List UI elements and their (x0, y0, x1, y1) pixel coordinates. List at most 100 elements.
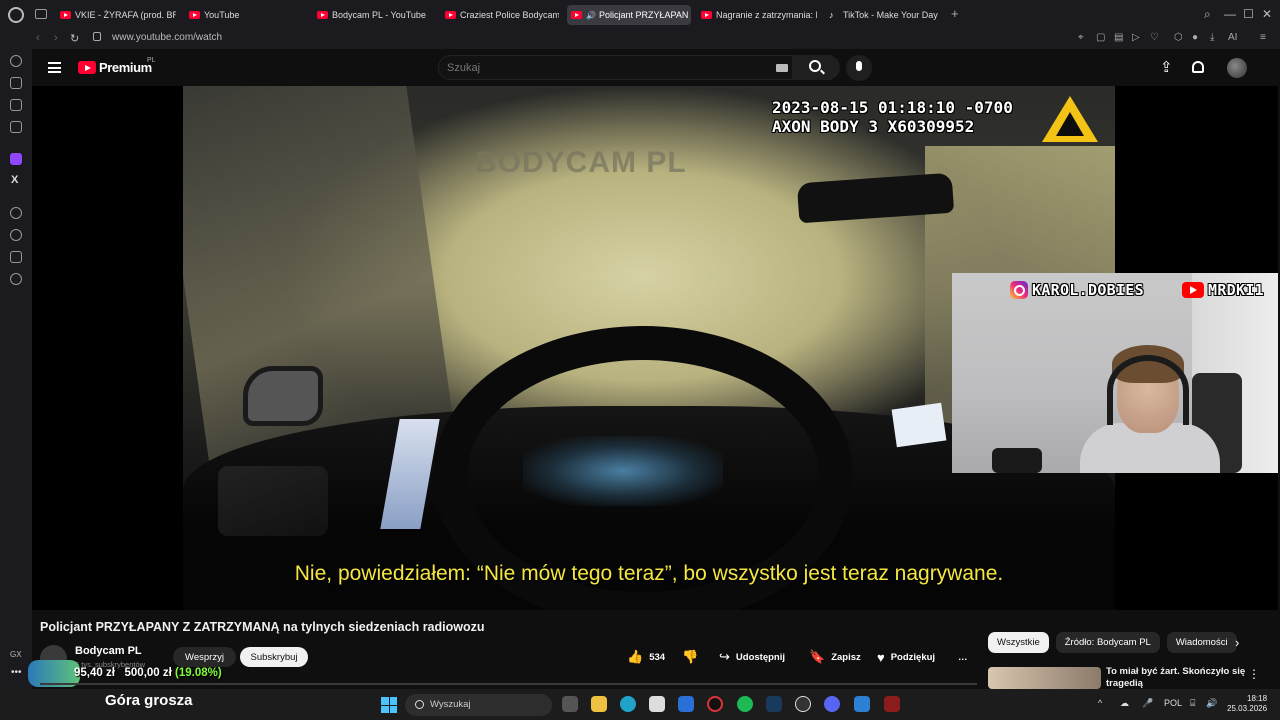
edge-icon[interactable] (620, 696, 636, 712)
share-icon: ↪ (719, 649, 730, 664)
minimize-icon[interactable]: — (1224, 7, 1236, 21)
speed-dial-icon[interactable] (10, 55, 22, 67)
browser-sidebar: X (0, 49, 32, 689)
thanks-button[interactable]: ♥ Podziękuj (877, 647, 935, 667)
browser-tab[interactable]: Bodycam PL - YouTube (313, 5, 433, 25)
youtube-logo-icon[interactable] (78, 61, 96, 74)
channel-name[interactable]: Bodycam PL (75, 645, 142, 657)
history-icon[interactable] (10, 229, 22, 241)
messenger-icon[interactable] (10, 121, 22, 133)
windows-start-icon[interactable] (381, 697, 397, 713)
tab-label: Bodycam PL - YouTube (332, 10, 426, 20)
search-tabs-icon[interactable]: ⌕ (1204, 7, 1211, 22)
instagram-handle: KAROL.DOBIES (1010, 281, 1144, 299)
microphone-icon[interactable]: 🎤 (1142, 698, 1153, 709)
app-icon[interactable] (854, 696, 870, 712)
thumbs-up-icon: 👍 (627, 649, 644, 664)
maximize-icon[interactable]: ☐ (1243, 7, 1254, 21)
browser-tab[interactable]: Craziest Police Bodycam (441, 5, 559, 25)
spotify-icon[interactable] (737, 696, 753, 712)
search-input[interactable] (447, 60, 767, 76)
hamburger-menu-icon[interactable] (48, 62, 61, 73)
mail-icon[interactable] (678, 696, 694, 712)
kebab-menu-icon[interactable]: ⋮ (1248, 667, 1260, 681)
heart-icon[interactable]: ♡ (1150, 32, 1159, 43)
sidebar-more-icon[interactable]: ••• (11, 667, 22, 678)
twitch-icon[interactable] (10, 153, 22, 165)
speaker-icon[interactable]: 🔊 (586, 11, 596, 20)
network-icon[interactable]: ⌸ (1190, 698, 1195, 709)
volume-icon[interactable]: 🔊 (1206, 698, 1217, 709)
thanks-label: Podziękuj (890, 651, 936, 663)
cloud-icon[interactable]: ☁ (1120, 698, 1129, 709)
download-icon[interactable]: ⤓ (1210, 32, 1214, 43)
notifications-bell-icon[interactable] (1192, 61, 1204, 73)
account-avatar[interactable] (1227, 58, 1247, 78)
opera-gx-icon[interactable] (707, 696, 723, 712)
recommended-video-title[interactable]: To miał być żart. Skończyło się tragedią (1106, 666, 1246, 688)
tray-chevron-icon[interactable]: ^ (1098, 698, 1102, 708)
browser-tab[interactable]: VKIE - ŻYRAFA (prod. BRU (56, 5, 176, 25)
reader-icon[interactable]: ▤ (1114, 32, 1123, 43)
extensions-icon[interactable]: ⬡ (1174, 32, 1183, 43)
reload-icon[interactable]: ↻ (70, 32, 79, 45)
x-twitter-icon[interactable]: X (11, 174, 18, 186)
browser-tab[interactable]: ♪ TikTok - Make Your Day (825, 5, 945, 25)
video-title: Policjant PRZYŁAPANY Z ZATRZYMANĄ na tyl… (40, 620, 485, 634)
new-tab-button[interactable]: + (951, 6, 959, 21)
url-field[interactable]: www.youtube.com/watch (112, 32, 222, 43)
settings-icon[interactable] (10, 273, 22, 285)
close-icon[interactable]: ✕ (1262, 7, 1272, 21)
shield-icon[interactable] (884, 696, 900, 712)
obs-icon[interactable] (795, 696, 811, 712)
taskbar-search[interactable]: Wyszukaj (405, 694, 552, 716)
player-icon[interactable] (10, 207, 22, 219)
lock-icon[interactable] (93, 32, 101, 41)
video-player[interactable]: BODYCAM PL 2023-08-15 01:18:10 -0700 AXO… (32, 86, 1278, 610)
keyboard-icon[interactable] (776, 64, 788, 72)
discord-icon[interactable] (824, 696, 840, 712)
snapshot-icon[interactable]: ▢ (1096, 32, 1105, 43)
gx-control-icon[interactable] (10, 77, 22, 89)
save-button[interactable]: 🔖 Zapisz (809, 647, 861, 667)
profile-icon[interactable]: ● (1192, 32, 1198, 43)
voice-search-button[interactable] (846, 55, 872, 81)
clock[interactable]: 18:18 25.03.2026 (1227, 694, 1267, 714)
chip-news[interactable]: Wiadomości (1166, 632, 1237, 653)
chevron-right-icon[interactable]: › (1235, 635, 1239, 650)
more-actions-button[interactable]: … (958, 647, 968, 667)
player-icon[interactable]: ▷ (1132, 32, 1140, 43)
recommended-video-thumbnail[interactable] (988, 667, 1101, 689)
device-id-line: AXON BODY 3 X60309952 (772, 117, 975, 136)
axon-logo-icon (1042, 96, 1098, 142)
store-icon[interactable] (649, 696, 665, 712)
upload-icon[interactable]: ⇪ (1160, 60, 1173, 75)
youtube-brand[interactable]: Premium (99, 60, 152, 75)
steam-icon[interactable] (766, 696, 782, 712)
chip-source[interactable]: Źródło: Bodycam PL (1055, 632, 1160, 653)
browser-tab[interactable]: Nagranie z zatrzymania: M (697, 5, 817, 25)
dislike-button[interactable]: 👎 (682, 647, 704, 667)
browser-tab-active[interactable]: 🔊 Policjant PRZYŁAPAN (567, 5, 691, 25)
door-panel (218, 466, 328, 536)
streamer-microphone (992, 448, 1042, 473)
timestamp-line: 2023-08-15 01:18:10 -0700 (772, 98, 1013, 117)
cleaner-icon[interactable] (10, 99, 22, 111)
tab-overview-icon[interactable] (35, 9, 47, 19)
cube-icon[interactable] (10, 251, 22, 263)
file-explorer-icon[interactable] (591, 696, 607, 712)
back-icon[interactable]: ‹ (36, 32, 40, 44)
task-view-icon[interactable] (562, 696, 578, 712)
aria-ai-button[interactable]: AI (1228, 32, 1237, 43)
language-indicator[interactable]: POL (1164, 698, 1182, 708)
chip-all[interactable]: Wszystkie (988, 632, 1049, 653)
opera-logo-icon[interactable] (8, 7, 24, 23)
menu-icon[interactable]: ≡ (1260, 32, 1266, 43)
search-button[interactable] (792, 55, 840, 80)
like-button[interactable]: 👍 534 (627, 647, 665, 667)
browser-tab[interactable]: YouTube (185, 5, 305, 25)
pin-icon[interactable]: ⌖ (1078, 32, 1084, 43)
clock-time: 18:18 (1247, 694, 1268, 703)
forward-icon[interactable]: › (54, 32, 58, 44)
share-button[interactable]: ↪ Udostępnij (719, 647, 785, 667)
